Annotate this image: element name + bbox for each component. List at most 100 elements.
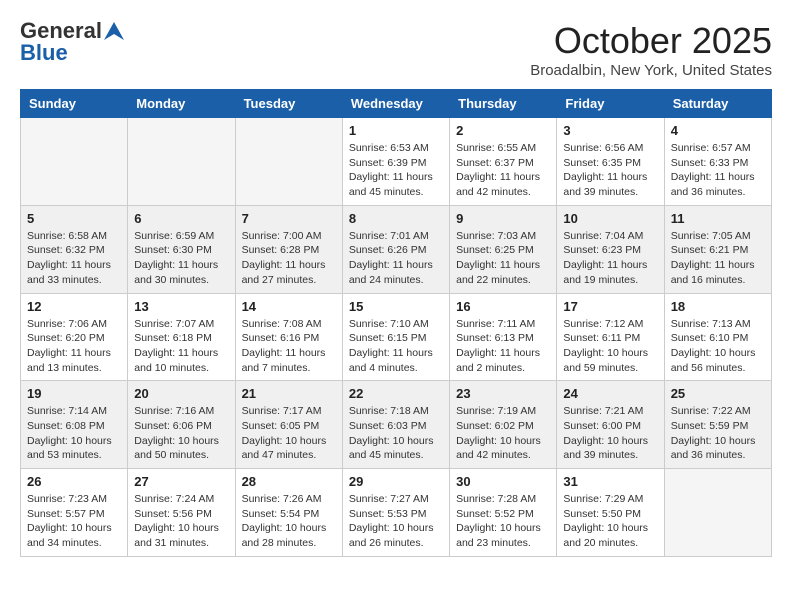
day-header-saturday: Saturday [664,90,771,118]
day-info: Sunrise: 7:26 AMSunset: 5:54 PMDaylight:… [242,492,336,551]
day-cell: 15Sunrise: 7:10 AMSunset: 6:15 PMDayligh… [342,293,449,381]
day-info: Sunrise: 7:01 AMSunset: 6:26 PMDaylight:… [349,229,443,288]
day-info: Sunrise: 6:57 AMSunset: 6:33 PMDaylight:… [671,141,765,200]
day-cell: 16 Sunrise: 7:11 AMSunset: 6:13 PMDayligh… [450,293,557,381]
day-number: 23 [456,386,550,401]
location-title: Broadalbin, New York, United States [530,62,772,79]
day-header-friday: Friday [557,90,664,118]
empty-cell [664,469,771,557]
day-header-sunday: Sunday [21,90,128,118]
day-cell: 23Sunrise: 7:19 AMSunset: 6:02 PMDayligh… [450,381,557,469]
day-info: Sunrise: 7:05 AMSunset: 6:21 PMDaylight:… [671,229,765,288]
day-info: Sunrise: 7:03 AMSunset: 6:25 PMDaylight:… [456,229,550,288]
empty-cell [21,118,128,206]
day-info: Sunrise: 6:58 AMSunset: 6:32 PMDaylight:… [27,229,121,288]
day-cell: 14Sunrise: 7:08 AMSunset: 6:16 PMDayligh… [235,293,342,381]
day-number: 12 [27,299,121,314]
day-cell: 31Sunrise: 7:29 AMSunset: 5:50 PMDayligh… [557,469,664,557]
day-info: Sunrise: 7:12 AMSunset: 6:11 PMDaylight:… [563,317,657,376]
day-cell: 12 Sunrise: 7:06 AMSunset: 6:20 PMDayligh… [21,293,128,381]
day-number: 5 [27,211,121,226]
day-cell: 19Sunrise: 7:14 AMSunset: 6:08 PMDayligh… [21,381,128,469]
day-cell: 21 Sunrise: 7:17 AMSunset: 6:05 PMDayligh… [235,381,342,469]
logo: General Blue [20,20,124,64]
day-number: 22 [349,386,443,401]
day-cell: 30 Sunrise: 7:28 AMSunset: 5:52 PMDayligh… [450,469,557,557]
calendar-week-row: 12 Sunrise: 7:06 AMSunset: 6:20 PMDayligh… [21,293,772,381]
day-cell: 13 Sunrise: 7:07 AMSunset: 6:18 PMDayligh… [128,293,235,381]
day-number: 13 [134,299,228,314]
day-number: 24 [563,386,657,401]
day-cell: 18 Sunrise: 7:13 AMSunset: 6:10 PMDayligh… [664,293,771,381]
day-info: Sunrise: 6:56 AMSunset: 6:35 PMDaylight:… [563,141,657,200]
logo-blue: Blue [20,42,68,64]
day-info: Sunrise: 7:10 AMSunset: 6:15 PMDaylight:… [349,317,443,376]
logo-bird-icon [104,22,124,40]
day-cell: 17 Sunrise: 7:12 AMSunset: 6:11 PMDayligh… [557,293,664,381]
day-cell: 5 Sunrise: 6:58 AMSunset: 6:32 PMDaylight… [21,205,128,293]
day-cell: 9 Sunrise: 7:03 AMSunset: 6:25 PMDaylight… [450,205,557,293]
day-number: 4 [671,123,765,138]
day-cell: 1Sunrise: 6:53 AMSunset: 6:39 PMDaylight… [342,118,449,206]
day-info: Sunrise: 7:14 AMSunset: 6:08 PMDaylight:… [27,404,121,463]
day-header-monday: Monday [128,90,235,118]
empty-cell [128,118,235,206]
day-number: 7 [242,211,336,226]
calendar-week-row: 26 Sunrise: 7:23 AMSunset: 5:57 PMDayligh… [21,469,772,557]
calendar-week-row: 19Sunrise: 7:14 AMSunset: 6:08 PMDayligh… [21,381,772,469]
day-number: 14 [242,299,336,314]
day-number: 28 [242,474,336,489]
calendar-header-row: SundayMondayTuesdayWednesdayThursdayFrid… [21,90,772,118]
day-number: 9 [456,211,550,226]
day-info: Sunrise: 7:24 AMSunset: 5:56 PMDaylight:… [134,492,228,551]
day-cell: 7 Sunrise: 7:00 AMSunset: 6:28 PMDaylight… [235,205,342,293]
day-info: Sunrise: 7:07 AMSunset: 6:18 PMDaylight:… [134,317,228,376]
day-cell: 2Sunrise: 6:55 AMSunset: 6:37 PMDaylight… [450,118,557,206]
day-number: 21 [242,386,336,401]
day-cell: 26 Sunrise: 7:23 AMSunset: 5:57 PMDayligh… [21,469,128,557]
day-header-thursday: Thursday [450,90,557,118]
day-info: Sunrise: 6:59 AMSunset: 6:30 PMDaylight:… [134,229,228,288]
day-number: 26 [27,474,121,489]
day-number: 17 [563,299,657,314]
day-info: Sunrise: 7:16 AMSunset: 6:06 PMDaylight:… [134,404,228,463]
calendar-week-row: 1Sunrise: 6:53 AMSunset: 6:39 PMDaylight… [21,118,772,206]
day-number: 3 [563,123,657,138]
page-header: General Blue October 2025 Broadalbin, Ne… [20,20,772,79]
day-info: Sunrise: 7:29 AMSunset: 5:50 PMDaylight:… [563,492,657,551]
day-info: Sunrise: 6:53 AMSunset: 6:39 PMDaylight:… [349,141,443,200]
day-number: 16 [456,299,550,314]
day-info: Sunrise: 7:23 AMSunset: 5:57 PMDaylight:… [27,492,121,551]
day-info: Sunrise: 7:04 AMSunset: 6:23 PMDaylight:… [563,229,657,288]
day-cell: 4 Sunrise: 6:57 AMSunset: 6:33 PMDaylight… [664,118,771,206]
day-cell: 10 Sunrise: 7:04 AMSunset: 6:23 PMDayligh… [557,205,664,293]
day-info: Sunrise: 7:21 AMSunset: 6:00 PMDaylight:… [563,404,657,463]
day-cell: 29Sunrise: 7:27 AMSunset: 5:53 PMDayligh… [342,469,449,557]
day-cell: 20Sunrise: 7:16 AMSunset: 6:06 PMDayligh… [128,381,235,469]
day-info: Sunrise: 7:11 AMSunset: 6:13 PMDaylight:… [456,317,550,376]
day-header-wednesday: Wednesday [342,90,449,118]
day-info: Sunrise: 7:06 AMSunset: 6:20 PMDaylight:… [27,317,121,376]
day-info: Sunrise: 7:28 AMSunset: 5:52 PMDaylight:… [456,492,550,551]
day-number: 27 [134,474,228,489]
day-cell: 22Sunrise: 7:18 AMSunset: 6:03 PMDayligh… [342,381,449,469]
day-info: Sunrise: 7:00 AMSunset: 6:28 PMDaylight:… [242,229,336,288]
day-cell: 25 Sunrise: 7:22 AMSunset: 5:59 PMDayligh… [664,381,771,469]
title-area: October 2025 Broadalbin, New York, Unite… [530,20,772,79]
day-header-tuesday: Tuesday [235,90,342,118]
logo-general: General [20,20,102,42]
day-number: 10 [563,211,657,226]
day-info: Sunrise: 6:55 AMSunset: 6:37 PMDaylight:… [456,141,550,200]
day-number: 30 [456,474,550,489]
day-cell: 24 Sunrise: 7:21 AMSunset: 6:00 PMDayligh… [557,381,664,469]
day-info: Sunrise: 7:17 AMSunset: 6:05 PMDaylight:… [242,404,336,463]
day-info: Sunrise: 7:13 AMSunset: 6:10 PMDaylight:… [671,317,765,376]
day-cell: 6 Sunrise: 6:59 AMSunset: 6:30 PMDaylight… [128,205,235,293]
day-number: 25 [671,386,765,401]
empty-cell [235,118,342,206]
day-info: Sunrise: 7:22 AMSunset: 5:59 PMDaylight:… [671,404,765,463]
day-number: 6 [134,211,228,226]
calendar-table: SundayMondayTuesdayWednesdayThursdayFrid… [20,89,772,557]
day-number: 18 [671,299,765,314]
day-number: 11 [671,211,765,226]
